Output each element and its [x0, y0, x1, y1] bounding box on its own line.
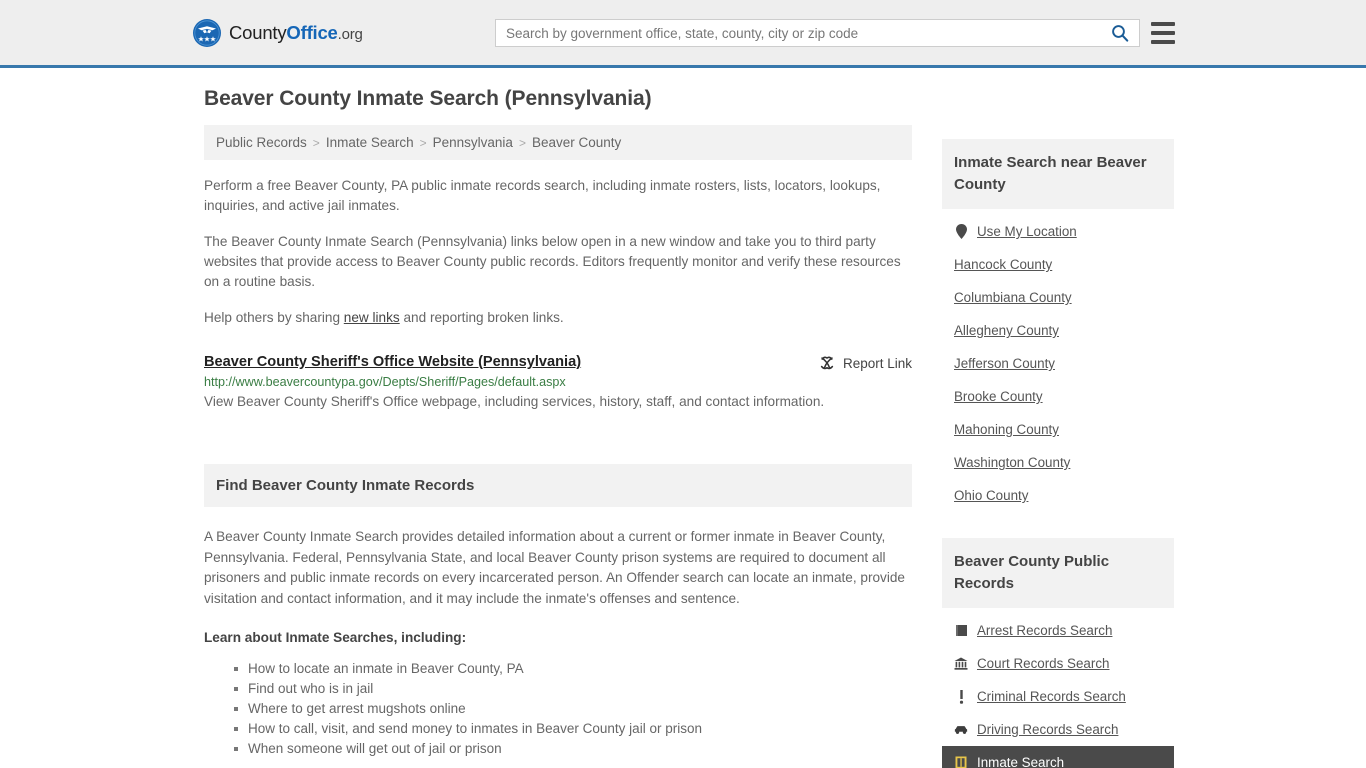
exclamation-icon [954, 689, 968, 704]
courthouse-icon [954, 657, 968, 670]
search-button[interactable] [1101, 20, 1139, 46]
sidebar-item-driving-records[interactable]: Driving Records Search [942, 713, 1174, 746]
breadcrumb-separator: > [518, 135, 526, 150]
sidebar-item-inmate-search[interactable]: Inmate Search [942, 746, 1174, 768]
nearby-list: Use My Location Hancock County Columbian… [942, 215, 1174, 512]
records-section-heading: Find Beaver County Inmate Records [216, 477, 475, 494]
list-item: How to call, visit, and send money to in… [234, 719, 912, 739]
eagle-badge-icon [192, 18, 222, 48]
nearby-panel: Inmate Search near Beaver County Use My … [942, 139, 1174, 512]
breadcrumb: Public Records > Inmate Search > Pennsyl… [204, 125, 912, 160]
sidebar-item-label[interactable]: Washington County [954, 455, 1070, 470]
sidebar-item-label[interactable]: Inmate Search [977, 755, 1064, 768]
list-item: How to locate an inmate in Beaver County… [234, 659, 912, 679]
broken-link-icon [820, 356, 834, 370]
sidebar-item-washington-county[interactable]: Washington County [942, 446, 1174, 479]
sidebar-item-label[interactable]: Columbiana County [954, 290, 1072, 305]
search-bar[interactable] [495, 19, 1140, 47]
public-records-panel: Beaver County Public Records Arrest Reco… [942, 538, 1174, 768]
search-input[interactable] [496, 20, 1101, 46]
hamburger-bar [1151, 31, 1175, 35]
sidebar-item-label[interactable]: Brooke County [954, 389, 1043, 404]
public-records-panel-heading: Beaver County Public Records [954, 553, 1110, 592]
logo-text-county: County [229, 21, 287, 43]
records-section-header: Find Beaver County Inmate Records [204, 464, 912, 507]
result-url[interactable]: http://www.beavercountypa.gov/Depts/Sher… [204, 375, 912, 389]
map-pin-icon [954, 224, 968, 239]
nearby-panel-heading: Inmate Search near Beaver County [954, 154, 1147, 193]
nearby-panel-header: Inmate Search near Beaver County [942, 139, 1174, 209]
result-title-link[interactable]: Beaver County Sheriff's Office Website (… [204, 354, 581, 370]
sidebar-item-label[interactable]: Ohio County [954, 488, 1028, 503]
sidebar-item-court-records[interactable]: Court Records Search [942, 647, 1174, 680]
site-logo[interactable]: CountyOffice.org [192, 18, 363, 48]
logo-text-org: .org [337, 25, 363, 43]
public-records-panel-header: Beaver County Public Records [942, 538, 1174, 608]
page-title: Beaver County Inmate Search (Pennsylvani… [204, 87, 652, 110]
breadcrumb-item-inmate-search[interactable]: Inmate Search [326, 135, 414, 150]
result-item: Beaver County Sheriff's Office Website (… [204, 354, 912, 412]
result-description: View Beaver County Sheriff's Office webp… [204, 394, 825, 409]
sidebar-item-jefferson-county[interactable]: Jefferson County [942, 347, 1174, 380]
breadcrumb-separator: > [312, 135, 320, 150]
sidebar-item-ohio-county[interactable]: Ohio County [942, 479, 1174, 512]
sidebar-item-label[interactable]: Allegheny County [954, 323, 1059, 338]
page-container: Beaver County Inmate Search (Pennsylvani… [0, 87, 1366, 768]
sidebar: Inmate Search near Beaver County Use My … [942, 125, 1174, 768]
main-column: Public Records > Inmate Search > Pennsyl… [192, 125, 912, 759]
breadcrumb-separator: > [419, 135, 427, 150]
sidebar-item-mahoning-county[interactable]: Mahoning County [942, 413, 1174, 446]
intro-paragraph-2: The Beaver County Inmate Search (Pennsyl… [204, 234, 901, 289]
public-records-list: Arrest Records Search Court Records Sear… [942, 614, 1174, 768]
learn-heading: Learn about Inmate Searches, including: [204, 630, 467, 645]
sidebar-item-hancock-county[interactable]: Hancock County [942, 248, 1174, 281]
sidebar-item-label[interactable]: Mahoning County [954, 422, 1059, 437]
result-header-row: Beaver County Sheriff's Office Website (… [204, 354, 912, 371]
report-link-button[interactable]: Report Link [819, 355, 912, 371]
sidebar-item-label[interactable]: Criminal Records Search [977, 689, 1126, 704]
logo-text: CountyOffice.org [229, 22, 363, 44]
share-text-before: Help others by sharing [204, 310, 344, 325]
intro-paragraph-3: Help others by sharing new links and rep… [204, 308, 904, 328]
sidebar-item-criminal-records[interactable]: Criminal Records Search [942, 680, 1174, 713]
inmate-icon [954, 756, 968, 768]
intro-paragraph-1: Perform a free Beaver County, PA public … [204, 178, 881, 213]
sidebar-item-use-my-location[interactable]: Use My Location [942, 215, 1174, 248]
search-icon [1112, 25, 1129, 42]
new-links-link[interactable]: new links [344, 310, 400, 325]
site-header: CountyOffice.org [0, 0, 1366, 68]
list-item: Where to get arrest mugshots online [234, 699, 912, 719]
sidebar-item-label[interactable]: Arrest Records Search [977, 623, 1112, 638]
hamburger-bar [1151, 22, 1175, 26]
sidebar-item-label[interactable]: Jefferson County [954, 356, 1055, 371]
car-icon [954, 725, 968, 735]
content-columns: Public Records > Inmate Search > Pennsyl… [192, 125, 1174, 768]
sidebar-item-label[interactable]: Hancock County [954, 257, 1052, 272]
list-item: When someone will get out of jail or pri… [234, 739, 912, 759]
report-link-label: Report Link [842, 355, 912, 371]
list-item: Find out who is in jail [234, 679, 912, 699]
hamburger-bar [1151, 40, 1175, 44]
sidebar-item-columbiana-county[interactable]: Columbiana County [942, 281, 1174, 314]
logo-text-office: Office [286, 21, 338, 43]
sidebar-item-allegheny-county[interactable]: Allegheny County [942, 314, 1174, 347]
breadcrumb-item-pennsylvania[interactable]: Pennsylvania [433, 135, 513, 150]
records-section-body: A Beaver County Inmate Search provides d… [204, 529, 905, 606]
hamburger-menu-icon[interactable] [1151, 20, 1175, 46]
sidebar-item-label[interactable]: Court Records Search [977, 656, 1109, 671]
sidebar-item-label[interactable]: Use My Location [977, 224, 1077, 239]
breadcrumb-item-beaver-county[interactable]: Beaver County [532, 135, 621, 150]
sidebar-item-arrest-records[interactable]: Arrest Records Search [942, 614, 1174, 647]
sidebar-item-label[interactable]: Driving Records Search [977, 722, 1118, 737]
share-text-after: and reporting broken links. [399, 310, 564, 325]
learn-list: How to locate an inmate in Beaver County… [204, 659, 912, 759]
breadcrumb-item-public-records[interactable]: Public Records [216, 135, 307, 150]
book-icon [954, 624, 968, 637]
sidebar-item-brooke-county[interactable]: Brooke County [942, 380, 1174, 413]
